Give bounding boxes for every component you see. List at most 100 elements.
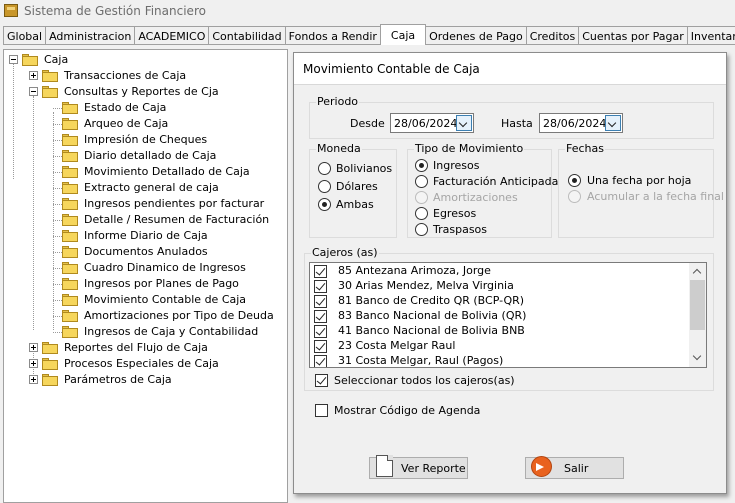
folder-icon (62, 166, 78, 178)
tree-item-amortizaciones[interactable]: Amortizaciones por Tipo de Deuda (4, 308, 284, 324)
list-item[interactable]: 85 Antezana Arimoza, Jorge (310, 263, 688, 279)
una-fecha-label[interactable]: Una fecha por hoja (587, 174, 691, 187)
tab-academico[interactable]: ACADEMICO (134, 26, 210, 45)
tree-item-cuadro-dinamico[interactable]: Cuadro Dinamico de Ingresos (4, 260, 284, 276)
tree-item-reportes-flujo[interactable]: Reportes del Flujo de Caja (4, 340, 284, 356)
cajero-checkbox[interactable] (314, 280, 327, 293)
desde-date-picker[interactable]: 28/06/2024 (390, 113, 474, 133)
egresos-label[interactable]: Egresos (433, 207, 476, 220)
radio-egresos[interactable] (415, 207, 428, 220)
radio-ingresos[interactable] (415, 159, 428, 172)
tab-inventarios[interactable]: Inventarios (686, 26, 735, 45)
collapse-icon[interactable] (29, 87, 38, 96)
tree-item-estado-de-caja[interactable]: Estado de Caja (4, 100, 284, 116)
tab-contabilidad[interactable]: Contabilidad (208, 26, 286, 45)
ingresos-label[interactable]: Ingresos (433, 159, 479, 172)
document-icon (376, 455, 393, 477)
tab-fondos-a-rendir[interactable]: Fondos a Rendir (284, 26, 381, 45)
cajero-checkbox[interactable] (314, 325, 327, 338)
fechas-group: Fechas Una fecha por hoja Acumular a la … (558, 142, 724, 238)
cajeros-list[interactable]: 85 Antezana Arimoza, Jorge 30 Arias Mend… (309, 262, 707, 368)
list-item[interactable]: 23 Costa Melgar Raul (310, 338, 688, 354)
tab-cuentas-por-pagar[interactable]: Cuentas por Pagar (578, 26, 688, 45)
app-title: Sistema de Gestión Financiero (24, 4, 206, 18)
cajero-checkbox[interactable] (314, 265, 327, 278)
expand-icon[interactable] (29, 359, 38, 368)
select-all-cajeros-checkbox[interactable] (315, 374, 328, 387)
salir-button[interactable]: Salir (525, 456, 624, 479)
scroll-up-icon[interactable] (689, 263, 706, 280)
tree-item-informe-diario[interactable]: Informe Diario de Caja (4, 228, 284, 244)
mostrar-codigo-label[interactable]: Mostrar Código de Agenda (334, 404, 480, 417)
ambas-label[interactable]: Ambas (336, 198, 374, 211)
tree-item-impresion-cheques[interactable]: Impresión de Cheques (4, 132, 284, 148)
movimiento-contable-dialog: Movimiento Contable de Caja Periodo Desd… (293, 52, 727, 494)
periodo-group: Periodo Desde 28/06/2024 Hasta 28/06/202… (309, 95, 714, 139)
folder-icon (62, 278, 78, 290)
cajero-checkbox[interactable] (314, 295, 327, 308)
expand-icon[interactable] (29, 375, 38, 384)
radio-amortizaciones (415, 191, 428, 204)
radio-bolivianos[interactable] (318, 162, 331, 175)
hasta-date-picker[interactable]: 28/06/2024 (539, 113, 623, 133)
tab-caja[interactable]: Caja (379, 24, 427, 45)
tree-item-consultas[interactable]: Consultas y Reportes de Cja (4, 84, 284, 100)
folder-icon (62, 150, 78, 162)
tree-item-transacciones[interactable]: Transacciones de Caja (4, 68, 284, 84)
chevron-down-icon[interactable] (456, 115, 472, 131)
tree-item-ingresos-planes-pago[interactable]: Ingresos por Planes de Pago (4, 276, 284, 292)
dialog-title: Movimiento Contable de Caja (303, 62, 480, 76)
folder-icon (62, 182, 78, 194)
tree-item-extracto-general[interactable]: Extracto general de caja (4, 180, 284, 196)
hasta-label: Hasta (501, 117, 533, 130)
chevron-down-icon[interactable] (605, 115, 621, 131)
tree-item-movimiento-detallado[interactable]: Movimiento Detallado de Caja (4, 164, 284, 180)
radio-ambas[interactable] (318, 198, 331, 211)
cajero-checkbox[interactable] (314, 310, 327, 323)
ver-reporte-button[interactable]: Ver Reporte (369, 455, 468, 479)
bolivianos-label[interactable]: Bolivianos (336, 162, 392, 175)
tipo-movimiento-label: Tipo de Movimiento (414, 142, 525, 155)
list-item[interactable]: 83 Banco Nacional de Bolivia (QR) (310, 308, 688, 324)
tree-item-caja[interactable]: Caja (4, 52, 284, 68)
cajero-checkbox[interactable] (314, 355, 327, 367)
list-item[interactable]: 31 Costa Melgar, Raul (Pagos) (310, 353, 688, 367)
radio-dolares[interactable] (318, 180, 331, 193)
folder-icon (42, 86, 58, 98)
radio-traspasos[interactable] (415, 223, 428, 236)
cajero-checkbox[interactable] (314, 340, 327, 353)
tree-item-arqueo-de-caja[interactable]: Arqueo de Caja (4, 116, 284, 132)
tree-item-parametros[interactable]: Parámetros de Caja (4, 372, 284, 388)
list-item[interactable]: 30 Arias Mendez, Melva Virginia (310, 278, 688, 294)
scroll-down-icon[interactable] (689, 350, 706, 367)
dolares-label[interactable]: Dólares (336, 180, 378, 193)
tab-ordenes-de-pago[interactable]: Ordenes de Pago (425, 26, 527, 45)
tab-creditos[interactable]: Creditos (525, 26, 580, 45)
list-item[interactable]: 41 Banco Nacional de Bolivia BNB (310, 323, 688, 339)
facturacion-anticipada-label[interactable]: Facturación Anticipada (433, 175, 558, 188)
tree-item-ingresos-pendientes[interactable]: Ingresos pendientes por facturar (4, 196, 284, 212)
tree-item-diario-detallado[interactable]: Diario detallado de Caja (4, 148, 284, 164)
app-titlebar: Sistema de Gestión Financiero (0, 0, 735, 22)
traspasos-label[interactable]: Traspasos (433, 223, 487, 236)
mostrar-codigo-checkbox[interactable] (315, 404, 328, 417)
hasta-date-value: 28/06/2024 (543, 117, 607, 130)
radio-facturacion-anticipada[interactable] (415, 175, 428, 188)
dialog-titlebar[interactable]: Movimiento Contable de Caja (294, 53, 726, 85)
tree-item-detalle-resumen[interactable]: Detalle / Resumen de Facturación (4, 212, 284, 228)
collapse-icon[interactable] (9, 55, 18, 64)
tab-global[interactable]: Global (3, 26, 47, 45)
expand-icon[interactable] (29, 71, 38, 80)
scroll-thumb[interactable] (690, 280, 705, 330)
tree-item-procesos-especiales[interactable]: Procesos Especiales de Caja (4, 356, 284, 372)
tree-item-ingresos-caja-contabilidad[interactable]: Ingresos de Caja y Contabilidad (4, 324, 284, 340)
select-all-cajeros-label[interactable]: Seleccionar todos los cajeros(as) (334, 374, 515, 387)
tab-divider (3, 44, 735, 45)
list-scrollbar[interactable] (689, 263, 706, 367)
radio-una-fecha-por-hoja[interactable] (568, 174, 581, 187)
list-item[interactable]: 81 Banco de Credito QR (BCP-QR) (310, 293, 688, 309)
tab-administracion[interactable]: Administracion (45, 26, 136, 45)
tree-item-movimiento-contable[interactable]: Movimiento Contable de Caja (4, 292, 284, 308)
expand-icon[interactable] (29, 343, 38, 352)
tree-item-documentos-anulados[interactable]: Documentos Anulados (4, 244, 284, 260)
